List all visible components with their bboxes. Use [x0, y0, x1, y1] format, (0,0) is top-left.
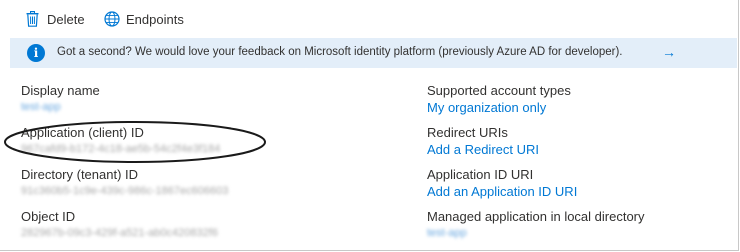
redirect-uris-label: Redirect URIs — [427, 125, 508, 140]
object-id-label: Object ID — [21, 209, 76, 224]
object-id-value: 282967b-09c3-429f-a521-ab0c420832f6 — [21, 227, 218, 239]
managed-app-link[interactable]: test-app — [427, 227, 467, 239]
add-redirect-uri-link[interactable]: Add a Redirect URI — [427, 142, 539, 157]
managed-app-label: Managed application in local directory — [427, 209, 645, 224]
display-name-value: test-app — [21, 101, 61, 113]
app-id-uri-label: Application ID URI — [427, 167, 534, 182]
banner-message: Got a second? We would love your feedbac… — [57, 46, 623, 58]
endpoints-label: Endpoints — [126, 11, 184, 27]
supported-accounts-label: Supported account types — [427, 83, 571, 98]
arrow-right-icon[interactable]: → — [662, 44, 676, 60]
info-icon: i — [27, 44, 45, 62]
supported-accounts-link[interactable]: My organization only — [427, 100, 546, 115]
highlight-ellipse — [4, 121, 266, 163]
feedback-banner: i Got a second? We would love your feedb… — [10, 38, 737, 68]
display-name-label: Display name — [21, 83, 100, 98]
directory-id-label: Directory (tenant) ID — [21, 167, 139, 182]
command-bar: Delete Endpoints — [0, 0, 738, 38]
directory-id-value: 91c360b5-1c9e-439c-986c-1867ec606603 — [21, 185, 229, 197]
globe-icon — [104, 11, 120, 27]
trash-icon — [26, 11, 39, 27]
endpoints-button[interactable]: Endpoints — [104, 0, 184, 38]
delete-label: Delete — [47, 11, 85, 27]
add-app-id-uri-link[interactable]: Add an Application ID URI — [427, 184, 577, 199]
delete-button[interactable]: Delete — [26, 0, 85, 38]
